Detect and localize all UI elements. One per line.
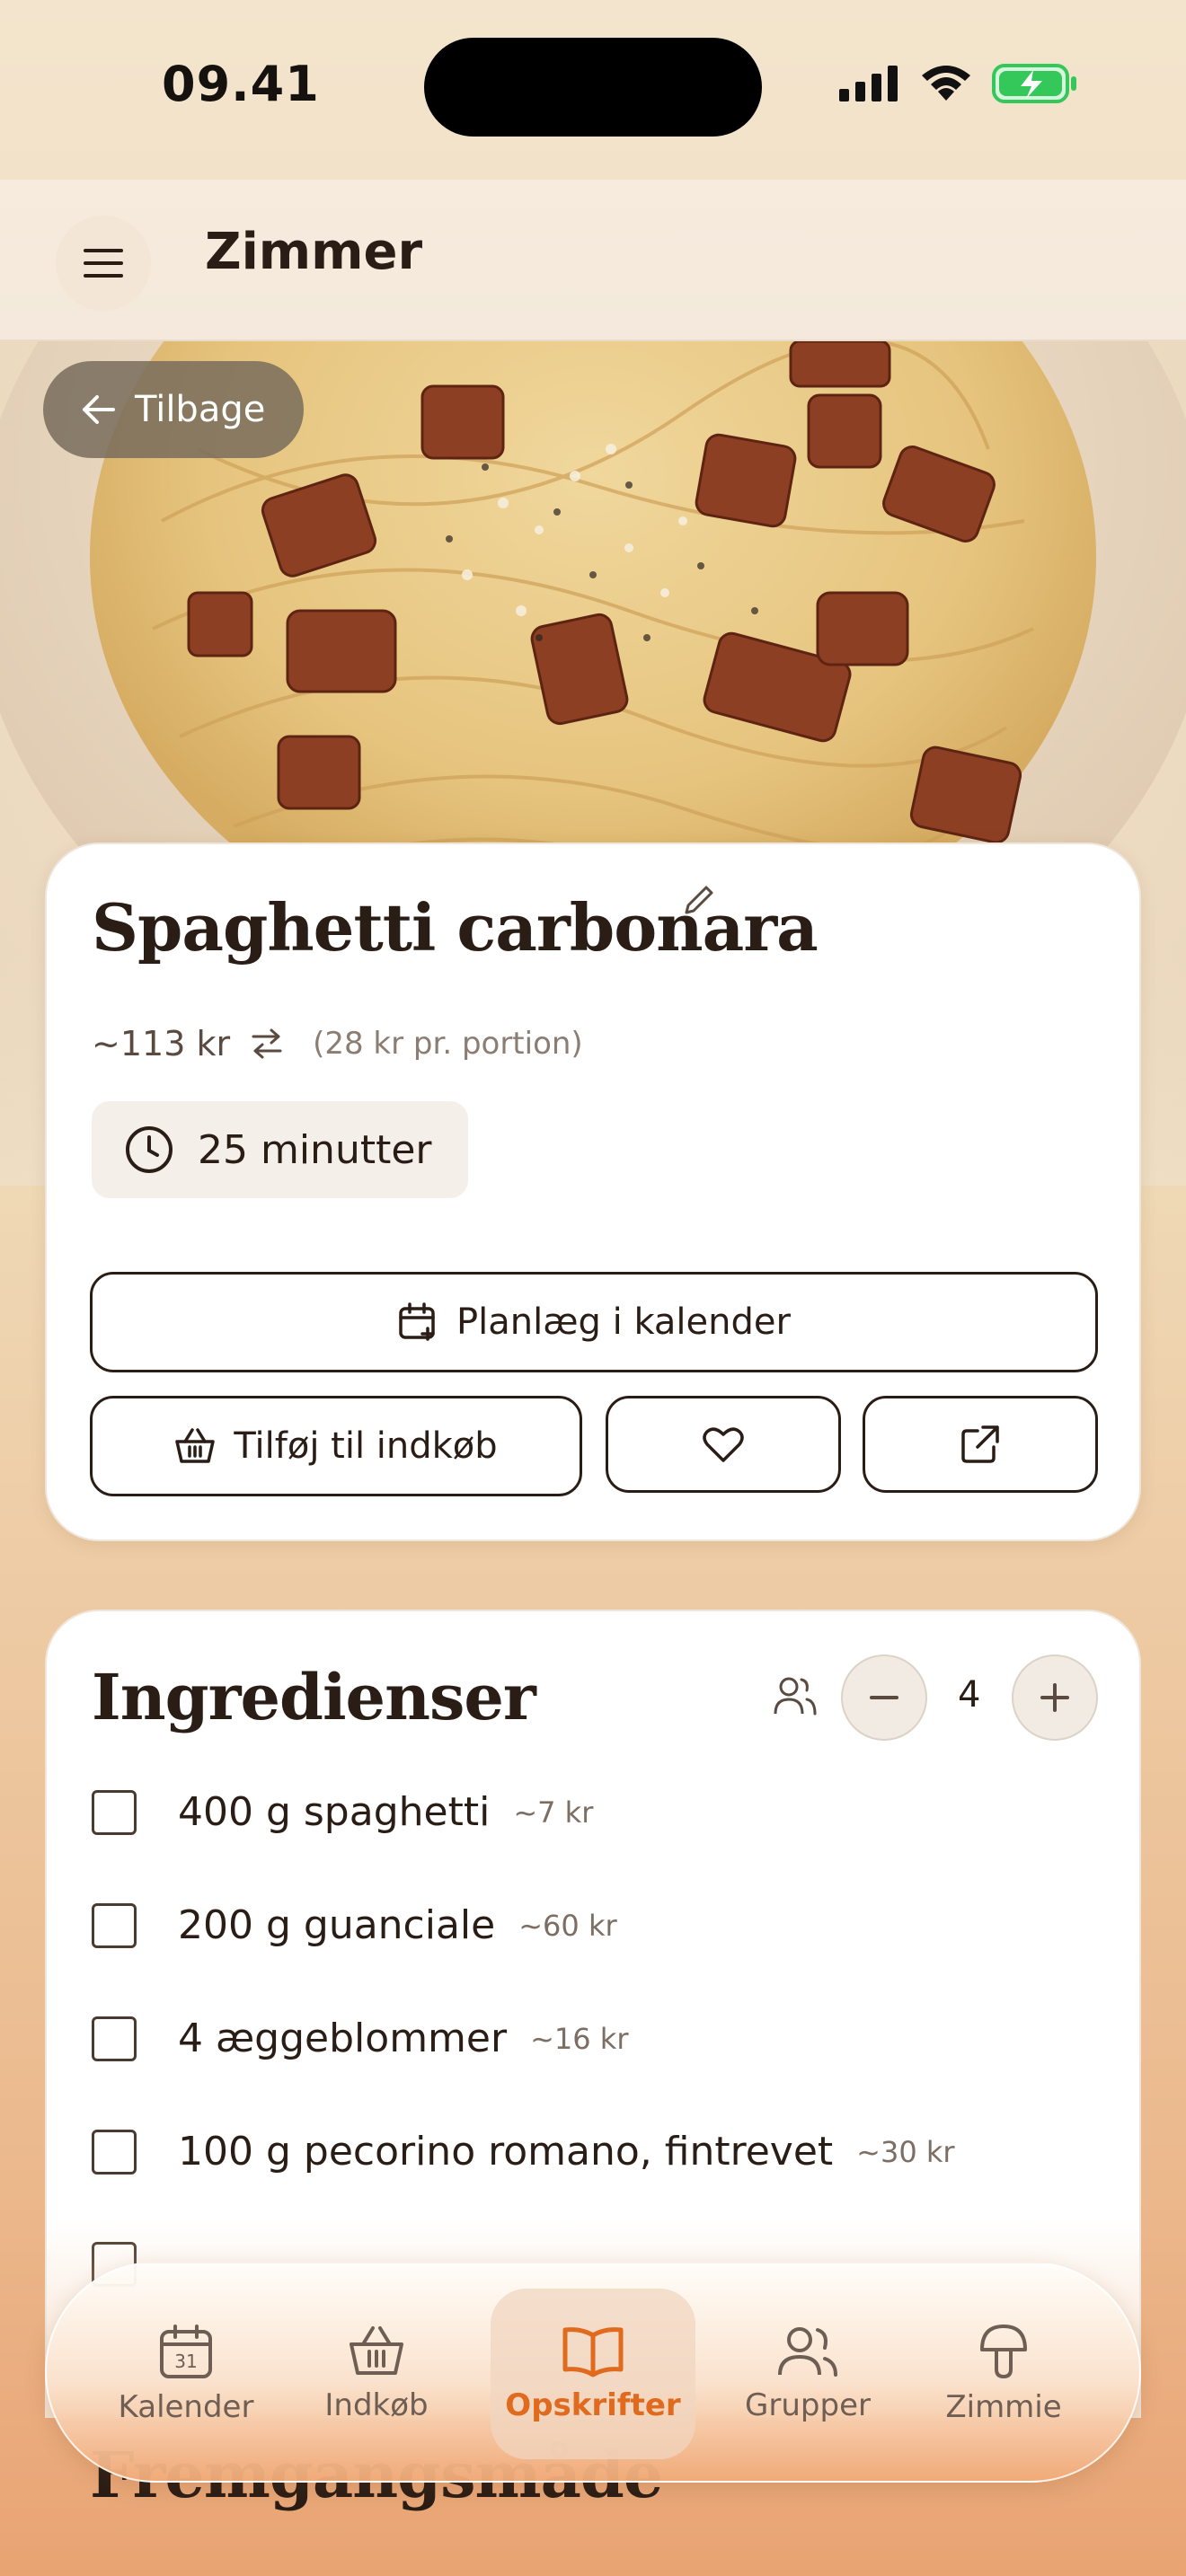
dynamic-island [424,38,762,137]
users-icon [778,2327,837,2377]
ingredient-name: 400 g spaghetti [178,1789,491,1835]
mushroom-icon [980,2325,1027,2379]
back-label: Tilbage [135,389,266,430]
book-icon [562,2327,624,2378]
ingredient-name: 4 æggeblommer [178,2016,508,2061]
bottom-tab-bar: 31 Kalender Indkøb Opskrifter Grupper Zi… [45,2262,1141,2483]
ingredient-checkbox[interactable] [92,2016,137,2061]
tab-grupper[interactable]: Grupper [713,2289,902,2459]
status-bar: 09.41 [0,0,1186,180]
calendar-plus-icon [399,1302,435,1341]
recipe-card: Spaghetti carbonara ~113 kr (28 kr pr. p… [45,842,1141,1541]
tab-label: Kalender [118,2389,254,2425]
plan-in-calendar-button[interactable]: Planlæg i kalender [90,1272,1098,1372]
menu-button[interactable] [56,216,151,311]
users-icon [774,1677,817,1716]
ingredient-checkbox[interactable] [92,1902,137,1948]
shop-label: Tilføj til indkøb [234,1425,498,1467]
battery-icon [992,64,1076,103]
ingredient-name: 200 g guanciale [178,1902,496,1948]
ingredient-item[interactable]: 100 g pecorino romano, fintrevet ~30 kr [92,2129,955,2175]
wifi-icon [922,66,970,101]
swap-icon[interactable] [250,1028,284,1060]
recipe-price: ~113 kr [92,1024,231,1063]
add-to-shopping-button[interactable]: Tilføj til indkøb [90,1396,582,1496]
decrease-servings-button[interactable] [841,1654,927,1741]
ingredient-item[interactable]: 400 g spaghetti ~7 kr [92,1789,593,1835]
price-row: ~113 kr (28 kr pr. portion) [92,1024,583,1063]
plan-label: Planlæg i kalender [456,1301,791,1343]
heart-icon [703,1427,744,1462]
ingredient-price: ~60 kr [518,1908,617,1943]
ingredient-item[interactable]: 4 æggeblommer ~16 kr [92,2016,628,2061]
tab-label: Indkøb [324,2387,429,2423]
servings-count: 4 [958,1674,981,1716]
app-header: Zimmer [0,180,1186,341]
ingredient-name: 100 g pecorino romano, fintrevet [178,2129,834,2175]
external-link-icon [961,1425,999,1463]
share-button[interactable] [863,1396,1098,1493]
tab-zimmie[interactable]: Zimmie [909,2289,1098,2459]
cooking-time-pill: 25 minutter [92,1101,468,1198]
basket-icon [175,1428,216,1463]
ingredient-checkbox[interactable] [92,1789,137,1835]
hamburger-icon [84,249,123,278]
tab-label: Grupper [745,2387,871,2423]
ingredient-price: ~7 kr [513,1795,594,1830]
pencil-icon[interactable] [681,882,717,918]
favorite-button[interactable] [606,1396,841,1493]
ingredient-item[interactable]: 200 g guanciale ~60 kr [92,1902,617,1948]
clock-icon [126,1126,173,1173]
ingredient-checkbox[interactable] [92,2129,137,2175]
status-icons [839,63,1078,104]
basket-icon [350,2326,403,2375]
ingredient-price: ~16 kr [530,2021,629,2056]
cooking-time: 25 minutter [198,1126,432,1173]
header-title: Zimmer [205,223,423,281]
tab-label: Opskrifter [505,2387,681,2423]
tab-kalender[interactable]: 31 Kalender [92,2289,280,2459]
plus-icon [1040,1683,1069,1712]
increase-servings-button[interactable] [1012,1654,1098,1741]
tab-indkob[interactable]: Indkøb [282,2289,471,2459]
back-button[interactable]: Tilbage [43,361,304,458]
calendar-icon: 31 [160,2325,212,2378]
ingredients-title: Ingredienser [92,1660,536,1734]
calendar-badge: 31 [174,2351,197,2372]
arrow-left-icon [83,395,115,424]
ingredient-price: ~30 kr [856,2134,955,2169]
tab-label: Zimmie [945,2389,1062,2425]
minus-icon [870,1696,898,1699]
price-per-portion: (28 kr pr. portion) [313,1026,583,1062]
status-time: 09.41 [162,56,320,112]
tab-opskrifter[interactable]: Opskrifter [491,2289,695,2459]
signal-icon [839,66,898,101]
